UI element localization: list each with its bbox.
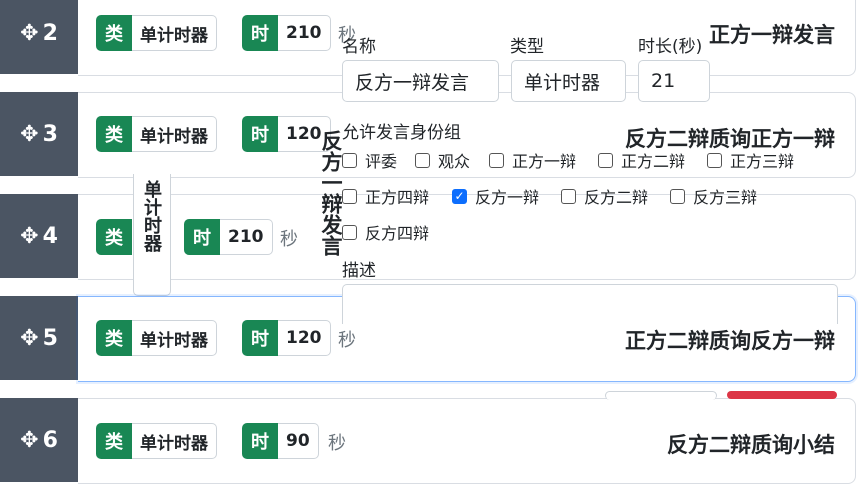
type-value-wrapped: 单计时器 [133, 174, 171, 296]
delete-button[interactable] [727, 391, 837, 399]
drag-handle[interactable]: ✥ 6 [0, 398, 78, 482]
drag-handle[interactable]: ✥ 3 [0, 92, 78, 176]
time-badge: 时 210 [184, 219, 273, 255]
drag-handle[interactable]: ✥ 5 [0, 296, 78, 380]
unit-label: 秒 [328, 433, 346, 454]
drag-handle[interactable]: ✥ 2 [0, 0, 78, 74]
type-badge: 类单计时器 [96, 320, 217, 356]
role-checkbox-negative-4[interactable]: 反方四辩 [342, 220, 429, 244]
item-title: 正方一辩发言 [709, 23, 835, 47]
role-checkbox-audience[interactable]: 观众 [415, 148, 470, 172]
cancel-button[interactable] [605, 391, 717, 400]
duration-label: 时长(秒) [638, 37, 703, 57]
list-item: ✥ 6 类单计时器 时 90 秒 反方二辩质询小结 [0, 398, 858, 484]
role-checkbox-affirmative-3[interactable]: 正方三辩 [707, 148, 794, 172]
time-badge: 时 120 [242, 320, 331, 356]
name-label: 名称 [342, 37, 376, 57]
type-select[interactable]: 单计时器 [511, 60, 626, 102]
role-checkbox-affirmative-1[interactable]: 正方一辩 [489, 148, 576, 172]
role-checkbox-negative-3[interactable]: 反方三辩 [670, 184, 757, 208]
roles-label: 允许发言身份组 [342, 123, 461, 143]
move-icon: ✥ [20, 223, 39, 249]
move-icon: ✥ [20, 121, 39, 147]
type-label: 类型 [510, 37, 544, 57]
time-badge: 时 210 [242, 15, 331, 51]
item-title: 正方二辩质询反方一辩 [625, 329, 835, 353]
check-icon: ✓ [452, 188, 467, 204]
type-badge: 类单计时器 [96, 15, 217, 51]
role-checkbox-negative-2[interactable]: 反方二辩 [561, 184, 648, 208]
move-icon: ✥ [20, 427, 39, 453]
role-checkbox-affirmative-4[interactable]: 正方四辩 [342, 184, 429, 208]
name-input[interactable]: 反方一辩发言 [342, 60, 499, 102]
type-badge: 类单计时器 [96, 423, 217, 459]
role-checkbox-affirmative-2[interactable]: 正方二辩 [598, 148, 685, 172]
type-badge: 类单计时器 [96, 116, 217, 152]
move-icon: ✥ [20, 325, 39, 351]
description-label: 描述 [342, 261, 376, 281]
duration-input[interactable]: 21 [638, 60, 710, 102]
move-icon: ✥ [20, 20, 39, 46]
unit-label: 秒 [280, 229, 298, 250]
item-card[interactable]: 类单计时器 时 90 秒 反方二辩质询小结 [78, 398, 856, 484]
role-checkbox-judge[interactable]: 评委 [342, 148, 397, 172]
unit-label: 秒 [338, 330, 356, 351]
description-textarea[interactable] [342, 284, 838, 324]
role-checkbox-negative-1[interactable]: ✓ 反方一辩 [452, 184, 539, 208]
drag-handle[interactable]: ✥ 4 [0, 194, 78, 278]
type-badge: 类 [96, 219, 132, 255]
time-badge: 时 90 [242, 423, 319, 459]
item-title: 反方二辩质询小结 [667, 433, 835, 457]
